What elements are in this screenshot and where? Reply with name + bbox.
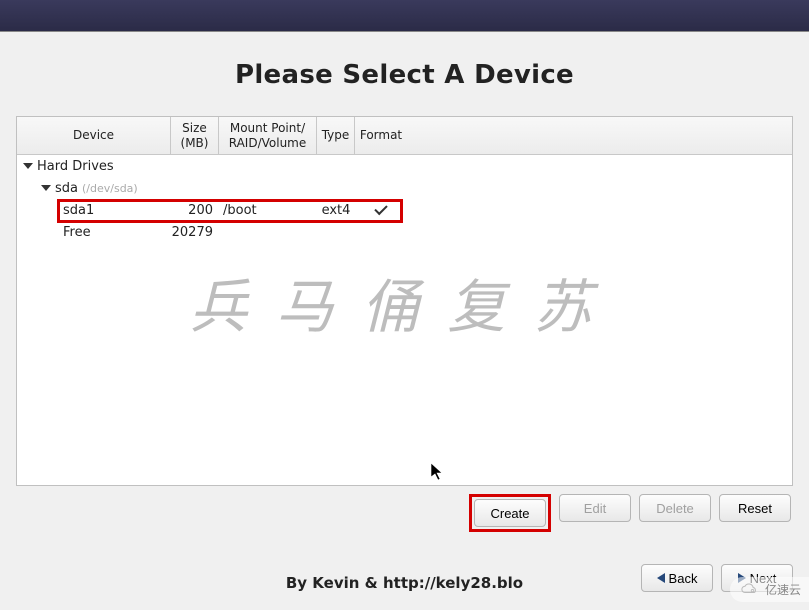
reset-button[interactable]: Reset (719, 494, 791, 522)
annotation-highlight: Create (469, 494, 551, 532)
delete-button: Delete (639, 494, 711, 522)
table-header: Device Size (MB) Mount Point/ RAID/Volum… (17, 117, 792, 155)
back-button[interactable]: Back (641, 564, 713, 592)
col-device[interactable]: Device (17, 117, 171, 154)
table-row[interactable]: Free 20279 (17, 221, 792, 243)
arrow-left-icon (657, 573, 665, 583)
page-title: Please Select A Device (16, 60, 793, 90)
tree-row-harddrives[interactable]: Hard Drives (17, 155, 792, 177)
table-row[interactable]: sda1 200 /boot ext4 (17, 199, 792, 221)
partition-mount: /boot (219, 203, 317, 218)
partition-name: Free (17, 225, 171, 240)
col-mount[interactable]: Mount Point/ RAID/Volume (219, 117, 317, 154)
back-label: Back (669, 571, 698, 586)
disk-path: (/dev/sda) (82, 182, 138, 195)
col-format[interactable]: Format (355, 117, 407, 154)
partition-size: 200 (171, 203, 219, 218)
partition-name: sda1 (17, 203, 171, 218)
edit-button: Edit (559, 494, 631, 522)
device-table: Device Size (MB) Mount Point/ RAID/Volum… (16, 116, 793, 486)
col-spacer (407, 117, 792, 154)
check-icon (374, 202, 387, 215)
cloud-icon (740, 583, 760, 597)
disk-name: sda (55, 181, 78, 196)
create-button[interactable]: Create (474, 499, 546, 527)
top-banner (0, 0, 809, 32)
action-button-row: Create Edit Delete Reset (16, 494, 793, 532)
chevron-down-icon[interactable] (23, 163, 33, 169)
badge-text: 亿速云 (765, 581, 801, 598)
tree-row-disk[interactable]: sda (/dev/sda) (17, 177, 792, 199)
chevron-down-icon[interactable] (41, 185, 51, 191)
partition-format (355, 208, 407, 212)
col-type[interactable]: Type (317, 117, 355, 154)
col-size[interactable]: Size (MB) (171, 117, 219, 154)
partition-type: ext4 (317, 203, 355, 218)
provider-badge: 亿速云 (730, 577, 809, 602)
tree-label: Hard Drives (37, 159, 114, 174)
partition-size: 20279 (171, 225, 219, 240)
